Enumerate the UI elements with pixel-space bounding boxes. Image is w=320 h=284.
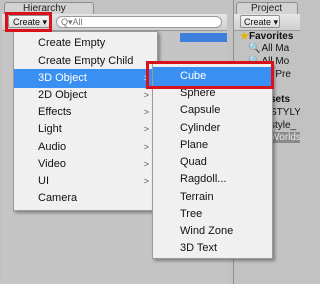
project-tab[interactable]: Project	[236, 2, 298, 14]
menu-item-label: Light	[38, 123, 62, 135]
menu-item-label: UI	[38, 175, 49, 187]
project-create-button[interactable]: Create ▾	[240, 15, 280, 28]
menu-item-label: Effects	[38, 106, 72, 118]
chevron-right-icon: >	[143, 124, 149, 134]
submenu-item-3d-text[interactable]: 3D Text	[153, 239, 272, 258]
menu-item-light[interactable]: Light >	[14, 120, 157, 139]
submenu-item-capsule[interactable]: Capsule	[153, 101, 272, 120]
menu-item-label: Audio	[38, 141, 67, 153]
favorites-label: Favorites	[248, 31, 294, 42]
assets-header[interactable]: sets	[270, 94, 300, 105]
search-icon: 🔍	[248, 43, 261, 54]
create-highlight-box	[5, 12, 52, 32]
hierarchy-search-input[interactable]: Q▾All	[56, 16, 222, 28]
menu-item-label: Video	[38, 158, 66, 170]
assets-item[interactable]: style_	[270, 120, 300, 131]
create-context-menu: Create Empty Create Empty Child 3D Objec…	[13, 31, 158, 211]
assets-item[interactable]: Worlds	[270, 132, 300, 143]
favorites-header[interactable]: ★Favorites	[240, 31, 300, 42]
assets-item[interactable]: STYLY	[270, 107, 300, 118]
menu-item-label: 2D Object	[38, 89, 87, 101]
menu-item-camera[interactable]: Camera	[14, 189, 157, 208]
menu-item-label: Create Empty	[38, 37, 106, 49]
3d-object-submenu: Cube Sphere Capsule Cylinder Plane Quad …	[152, 63, 273, 259]
cube-highlight-box	[146, 61, 274, 89]
menu-item-label: Camera	[38, 192, 78, 204]
hierarchy-selected-row[interactable]	[180, 33, 227, 42]
favorites-item[interactable]: 🔍All Ma	[248, 43, 300, 54]
menu-item-label: Create Empty Child	[38, 55, 134, 67]
star-icon: ★	[240, 31, 249, 42]
submenu-item-ragdoll[interactable]: Ragdoll...	[153, 170, 272, 189]
menu-item-create-empty[interactable]: Create Empty	[14, 34, 157, 53]
menu-item-label: 3D Object	[38, 72, 87, 84]
favorites-item-label: All Ma	[261, 43, 290, 54]
